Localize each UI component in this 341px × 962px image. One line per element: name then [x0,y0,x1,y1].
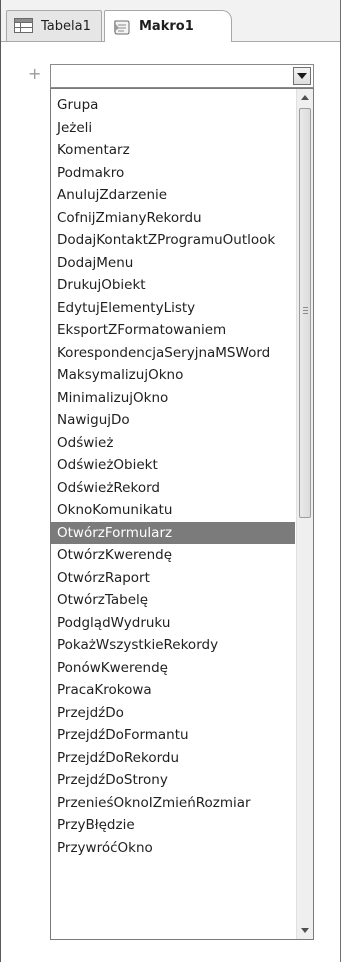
list-item[interactable]: PrzywróćOkno [51,837,295,860]
list-item[interactable]: AnulujZdarzenie [51,184,295,207]
list-item[interactable]: PonówKwerendę [51,657,295,680]
list-item[interactable]: MinimalizujOkno [51,387,295,410]
list-item[interactable]: EdytujElementyListy [51,297,295,320]
list-item[interactable]: PrzejdźDo [51,702,295,725]
action-dropdown-list[interactable]: Grupa Jeżeli Komentarz Podmakro AnulujZdarze… [50,88,314,940]
list-item[interactable]: DodajKontaktZProgramuOutlook [51,229,295,252]
list-item[interactable]: Podmakro [51,162,295,185]
scroll-up-arrow-icon [301,95,309,100]
tab-tabela1[interactable]: Tabela1 [6,10,102,41]
list-item[interactable]: OdświeżRekord [51,477,295,500]
list-item[interactable]: Komentarz [51,139,295,162]
list-item[interactable]: DodajMenu [51,252,295,275]
list-item[interactable]: OtwórzTabelę [51,589,295,612]
plus-icon[interactable]: + [28,66,41,82]
vertical-scrollbar[interactable] [296,89,313,939]
macro-icon [112,19,132,35]
dropdown-button[interactable] [293,67,311,85]
list-item[interactable]: OtwórzKwerendę [51,544,295,567]
tab-makro1-label: Makro1 [139,19,194,34]
tab-tabela1-label: Tabela1 [41,18,91,34]
macro-action-combobox[interactable] [50,64,314,88]
list-item[interactable]: PracaKrokowa [51,679,295,702]
list-item[interactable]: PrzenieśOknoIZmieńRozmiar [51,792,295,815]
scrollbar-grip [303,307,308,316]
list-item[interactable]: OdświeżObiekt [51,454,295,477]
list-item[interactable]: DrukujObiekt [51,274,295,297]
scroll-up-button[interactable] [297,89,313,106]
list-item[interactable]: CofnijZmianyRekordu [51,207,295,230]
chevron-down-icon [297,73,307,79]
list-item[interactable]: Jeżeli [51,117,295,140]
list-item[interactable]: OtwórzFormularz [51,521,295,544]
scroll-down-arrow-icon [301,928,309,933]
list-item[interactable]: PrzejdźDoRekordu [51,747,295,770]
scroll-down-button[interactable] [297,922,313,939]
list-item[interactable]: MaksymalizujOkno [51,364,295,387]
list-item[interactable]: Grupa [51,94,295,117]
window-left-border [0,0,1,962]
list-item[interactable]: PodglądWydruku [51,612,295,635]
tab-makro1[interactable]: Makro1 [104,10,232,42]
scrollbar-thumb[interactable] [299,108,311,518]
list-item[interactable]: NawigujDo [51,409,295,432]
list-item[interactable]: OknoKomunikatu [51,499,295,522]
list-item[interactable]: KorespondencjaSeryjnaMSWord [51,342,295,365]
list-item[interactable]: PrzyBłędzie [51,814,295,837]
list-item[interactable]: PrzejdźDoFormantu [51,724,295,747]
list-item[interactable]: PokażWszystkieRekordy [51,634,295,657]
list-item[interactable]: Odśwież [51,432,295,455]
list-item[interactable]: PrzejdźDoStrony [51,769,295,792]
list-item[interactable]: EksportZFormatowaniem [51,319,295,342]
action-list-items: Grupa Jeżeli Komentarz Podmakro AnulujZdarze… [51,94,295,859]
list-item[interactable]: OtwórzRaport [51,567,295,590]
table-icon [14,18,34,34]
